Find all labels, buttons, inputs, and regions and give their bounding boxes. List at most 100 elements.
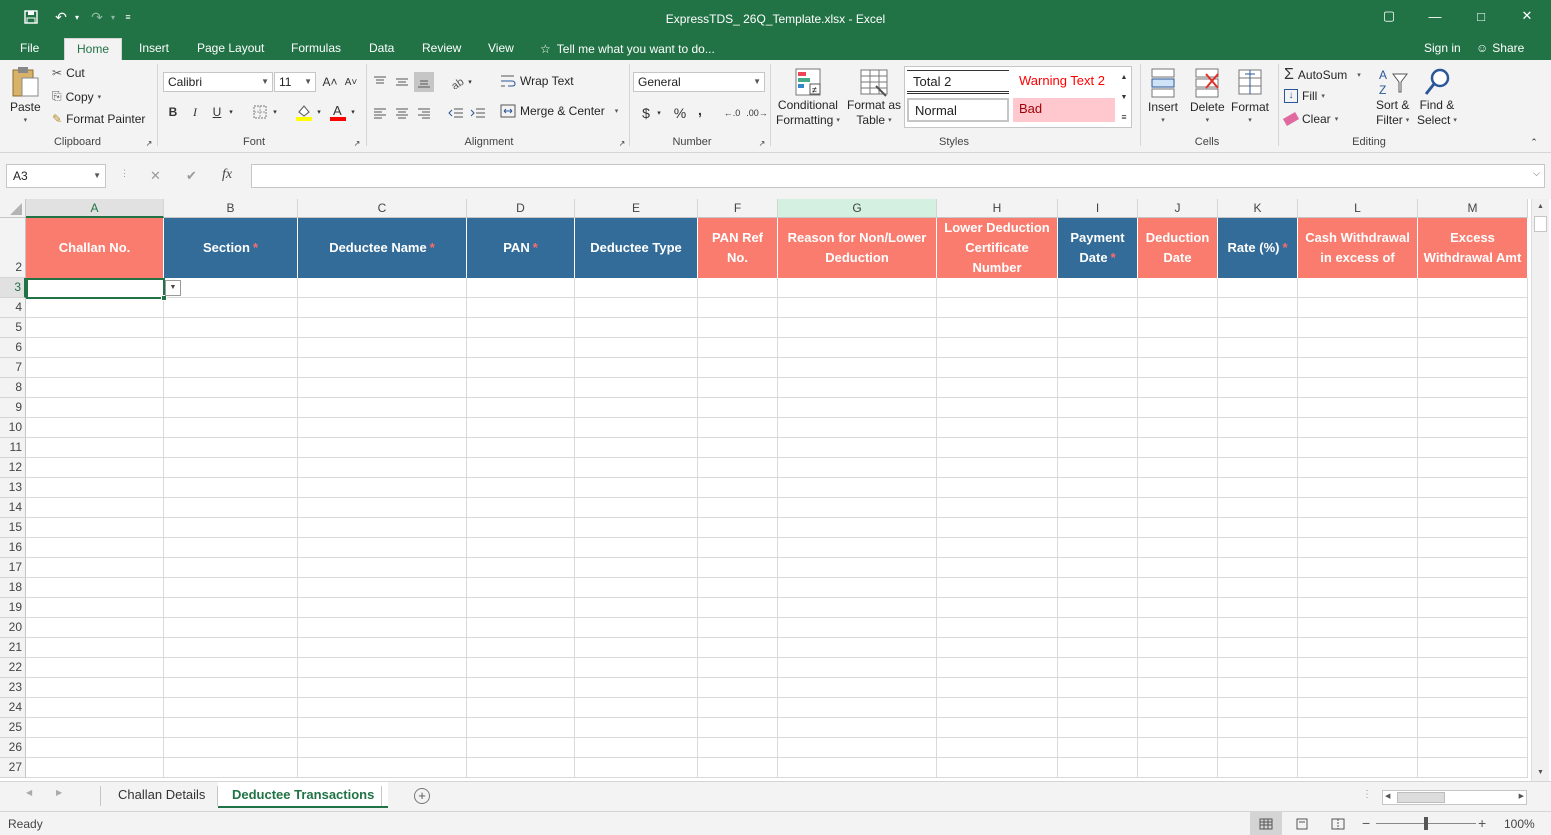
shrink-font-button[interactable]: A˅: [341, 72, 361, 92]
formula-input[interactable]: ⌵: [251, 164, 1545, 188]
row-header[interactable]: 13: [0, 478, 26, 498]
column-header-k[interactable]: K: [1218, 199, 1298, 218]
sign-in-link[interactable]: Sign in: [1424, 38, 1461, 58]
prev-sheet-icon[interactable]: ◀: [26, 788, 32, 797]
redo-dropdown-icon[interactable]: ▾: [108, 8, 118, 26]
number-launcher-icon[interactable]: ↗: [755, 136, 769, 150]
validation-dropdown-icon[interactable]: ▼: [165, 280, 181, 296]
sheet-tab-challan-details[interactable]: Challan Details: [104, 782, 219, 808]
column-header-h[interactable]: H: [937, 199, 1058, 218]
number-format-select[interactable]: General ▼: [633, 72, 765, 92]
zoom-level[interactable]: 100%: [1504, 817, 1535, 831]
decrease-decimal-button[interactable]: .00→: [744, 103, 770, 123]
tab-insert[interactable]: Insert: [127, 38, 181, 60]
comma-button[interactable]: ,: [690, 100, 710, 120]
row-header[interactable]: 6: [0, 338, 26, 358]
alignment-launcher-icon[interactable]: ↗: [615, 136, 629, 150]
copy-button[interactable]: ⎘ Copy ▾: [52, 89, 101, 104]
undo-icon[interactable]: ↶: [52, 8, 70, 26]
next-sheet-icon[interactable]: ▶: [56, 788, 62, 797]
header-cell-deductee-name[interactable]: Deductee Name *: [298, 218, 467, 278]
delete-cells-button[interactable]: Delete ▾: [1190, 66, 1225, 124]
scroll-right-arrow-icon[interactable]: ▶: [1519, 792, 1524, 800]
zoom-in-icon[interactable]: +: [1478, 815, 1486, 831]
styles-scroll-down-icon[interactable]: ▼: [1118, 88, 1130, 106]
row-header[interactable]: 16: [0, 538, 26, 558]
row-header[interactable]: 21: [0, 638, 26, 658]
column-header-m[interactable]: M: [1418, 199, 1528, 218]
insert-cells-button[interactable]: Insert ▾: [1148, 66, 1178, 124]
select-all-corner[interactable]: [0, 199, 26, 218]
align-right-icon[interactable]: [414, 103, 434, 123]
row-header[interactable]: 25: [0, 718, 26, 738]
header-cell-pan-ref-no[interactable]: PAN Ref No.: [698, 218, 778, 278]
decrease-indent-icon[interactable]: [446, 103, 466, 123]
cancel-edit-icon[interactable]: ✕: [150, 168, 161, 184]
borders-icon[interactable]: [250, 102, 270, 122]
row-header[interactable]: 15: [0, 518, 26, 538]
column-header-g[interactable]: G: [778, 199, 937, 218]
style-total-2[interactable]: Total 2: [907, 70, 1009, 94]
horizontal-scroll-thumb[interactable]: [1397, 792, 1445, 803]
find-select-button[interactable]: Find & Select ▾: [1417, 66, 1457, 128]
font-color-dropdown-icon[interactable]: ▾: [347, 102, 359, 122]
currency-dropdown-icon[interactable]: ▾: [653, 103, 665, 123]
row-header[interactable]: 12: [0, 458, 26, 478]
paste-button[interactable]: Paste ▾: [10, 66, 41, 124]
underline-button[interactable]: U: [207, 102, 227, 122]
tab-splitter-icon[interactable]: ⋮: [1362, 789, 1372, 800]
row-header[interactable]: 17: [0, 558, 26, 578]
page-layout-view-icon[interactable]: [1292, 817, 1312, 831]
fill-color-dropdown-icon[interactable]: ▾: [313, 102, 325, 122]
expand-formula-icon[interactable]: ⌵: [1533, 168, 1540, 179]
header-cell-payment-date[interactable]: Payment Date *: [1058, 218, 1138, 278]
wrap-text-button[interactable]: Wrap Text: [500, 74, 574, 88]
row-header[interactable]: 3: [0, 278, 26, 298]
row-header[interactable]: 7: [0, 358, 26, 378]
align-bottom-icon[interactable]: [414, 72, 434, 92]
name-box-dropdown-icon[interactable]: ▼: [93, 165, 101, 187]
align-left-icon[interactable]: [370, 103, 390, 123]
font-name-select[interactable]: Calibri ▼: [163, 72, 273, 92]
styles-scroll-up-icon[interactable]: ▲: [1118, 68, 1130, 86]
undo-dropdown-icon[interactable]: ▾: [72, 8, 82, 26]
header-cell-section[interactable]: Section *: [164, 218, 298, 278]
scroll-down-arrow-icon[interactable]: ▼: [1532, 765, 1549, 781]
ribbon-display-icon[interactable]: ▢: [1366, 0, 1412, 32]
format-cells-button[interactable]: Format ▾: [1231, 66, 1269, 124]
conditional-formatting-button[interactable]: ≠ Conditional Formatting ▾: [776, 66, 840, 128]
row-header[interactable]: 14: [0, 498, 26, 518]
close-button[interactable]: ✕: [1504, 0, 1550, 32]
header-cell-rate[interactable]: Rate (%) *: [1218, 218, 1298, 278]
column-header-c[interactable]: C: [298, 199, 467, 218]
header-cell-cash-withdrawal[interactable]: Cash Withdrawal in excess of: [1298, 218, 1418, 278]
sheet-tab-deductee-transactions[interactable]: Deductee Transactions: [218, 782, 389, 808]
font-color-icon[interactable]: A: [328, 102, 348, 122]
autosum-button[interactable]: Σ AutoSum ▾: [1284, 66, 1361, 84]
header-cell-challan-no[interactable]: Challan No.: [26, 218, 164, 278]
row-header[interactable]: 9: [0, 398, 26, 418]
row-header-2[interactable]: 2: [0, 218, 26, 278]
bold-button[interactable]: B: [163, 102, 183, 122]
scroll-up-arrow-icon[interactable]: ▲: [1532, 199, 1549, 215]
row-header[interactable]: 23: [0, 678, 26, 698]
customize-icon[interactable]: ≡: [122, 8, 134, 26]
align-top-icon[interactable]: [370, 72, 390, 92]
align-center-icon[interactable]: [392, 103, 412, 123]
borders-dropdown-icon[interactable]: ▾: [269, 102, 281, 122]
column-header-j[interactable]: J: [1138, 199, 1218, 218]
enter-edit-icon[interactable]: ✔: [186, 168, 197, 184]
zoom-slider-thumb[interactable]: [1424, 817, 1428, 830]
new-sheet-icon[interactable]: +: [414, 788, 430, 804]
header-cell-lower-deduction-cert[interactable]: Lower Deduction Certificate Number: [937, 218, 1058, 278]
worksheet-grid[interactable]: A B C D E F G H I J K L M 2 Challan No. …: [0, 199, 1551, 781]
tab-formulas[interactable]: Formulas: [279, 38, 353, 60]
font-launcher-icon[interactable]: ↗: [350, 136, 364, 150]
scroll-left-arrow-icon[interactable]: ◀: [1385, 792, 1390, 800]
row-header[interactable]: 5: [0, 318, 26, 338]
name-box[interactable]: A3 ▼: [6, 164, 106, 188]
tab-review[interactable]: Review: [410, 38, 473, 60]
cut-button[interactable]: ✂ Cut: [52, 66, 85, 80]
style-normal[interactable]: Normal: [907, 98, 1009, 122]
maximize-button[interactable]: □: [1458, 0, 1504, 32]
